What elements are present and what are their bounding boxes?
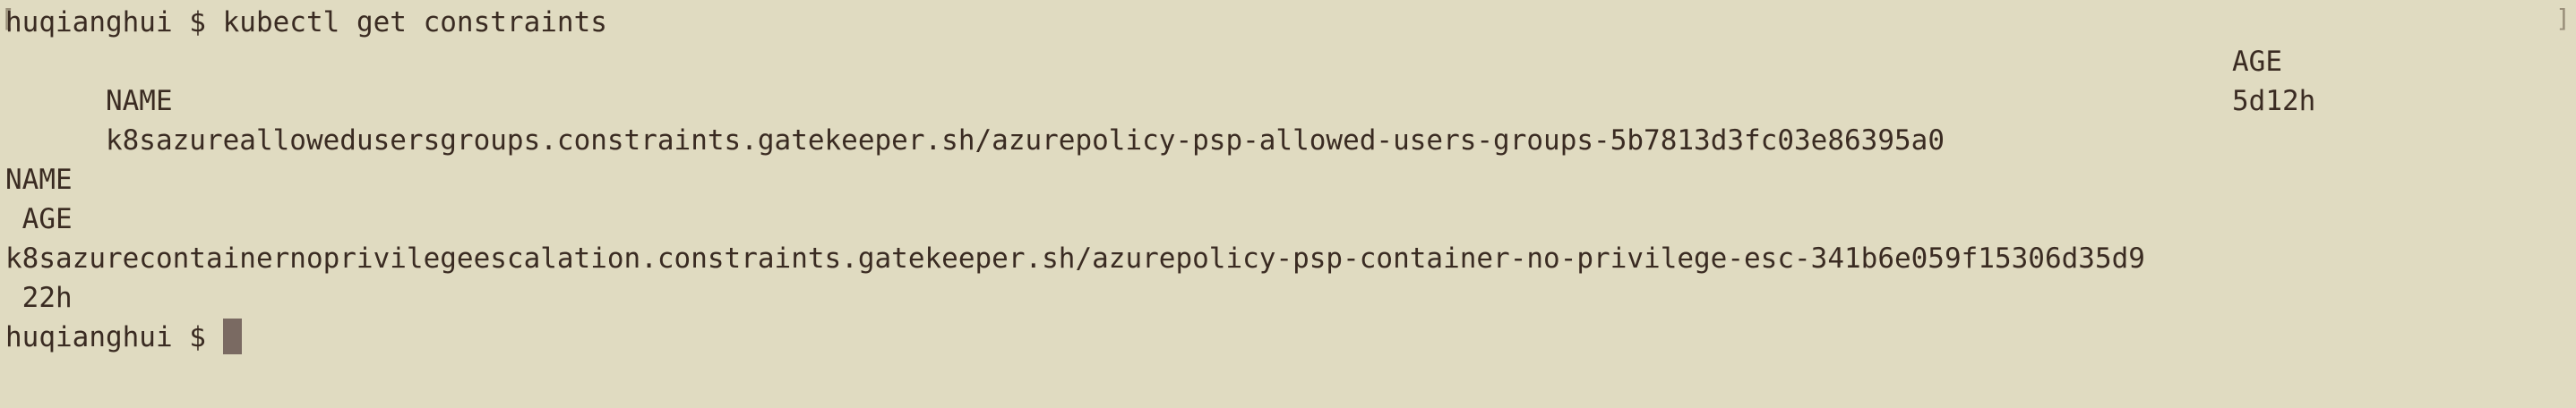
output1-header-age: AGE xyxy=(2232,46,2282,78)
output1-data-row: k8sazureallowedusersgroups.constraints.g… xyxy=(5,81,2576,157)
command-line: huqianghui $ kubectl get constraints xyxy=(5,3,2576,42)
output1-header-row: NAME AGE xyxy=(5,42,2576,117)
output2-constraint-name: k8sazurecontainernoprivilegeescalation.c… xyxy=(5,242,2145,275)
terminal-window[interactable]: [ ] huqianghui $ kubectl get constraints… xyxy=(0,0,2576,408)
prompt: huqianghui $ xyxy=(5,6,223,38)
output1-constraint-age: 5d12h xyxy=(2232,85,2316,117)
terminal-screen: huqianghui $ kubectl get constraints NAM… xyxy=(5,3,2576,357)
output1-constraint-name: k8sazureallowedusersgroups.constraints.g… xyxy=(105,124,1945,157)
output2-header-age: AGE xyxy=(5,203,73,235)
command-text: kubectl get constraints xyxy=(222,6,607,38)
text-cursor xyxy=(222,319,242,354)
final-prompt-line[interactable]: huqianghui $ xyxy=(5,318,2576,357)
final-prompt: huqianghui $ xyxy=(5,321,223,353)
output2-constraint-age: 22h xyxy=(5,282,73,314)
output2-header-name: NAME xyxy=(5,164,73,196)
